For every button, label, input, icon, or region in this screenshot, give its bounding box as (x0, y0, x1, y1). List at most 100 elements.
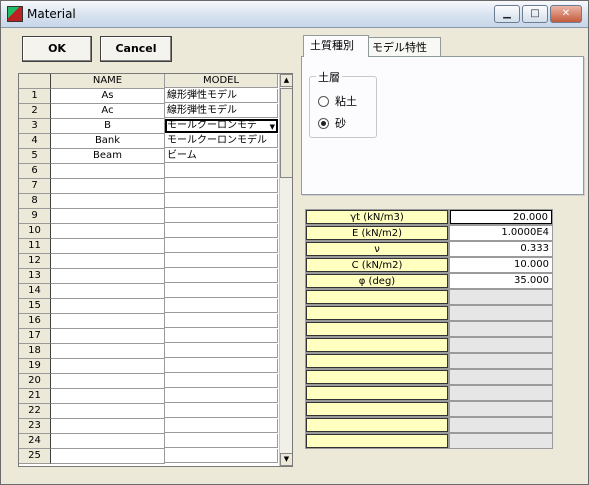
model-cell[interactable] (165, 449, 278, 463)
name-cell[interactable] (51, 284, 165, 299)
row-number-cell[interactable]: 7 (19, 179, 51, 194)
row-number-cell[interactable]: 25 (19, 449, 51, 464)
name-cell[interactable] (51, 299, 165, 314)
row-number-cell[interactable]: 17 (19, 329, 51, 344)
table-row[interactable]: 6 (19, 164, 279, 179)
name-cell[interactable] (51, 329, 165, 344)
name-cell[interactable]: Bank (51, 134, 165, 149)
tab-soil-type[interactable]: 土質種別 (303, 35, 369, 57)
row-number-cell[interactable]: 18 (19, 344, 51, 359)
scroll-down-arrow-icon[interactable]: ▼ (280, 453, 292, 466)
grid-corner-cell[interactable] (19, 74, 51, 89)
maximize-button[interactable]: □ (522, 5, 548, 23)
model-cell[interactable] (165, 224, 278, 238)
parameter-value-field[interactable] (450, 418, 552, 432)
table-row[interactable]: 15 (19, 299, 279, 314)
table-row[interactable]: 4 Bank モールクーロンモデル (19, 134, 279, 149)
scroll-up-arrow-icon[interactable]: ▲ (280, 74, 292, 87)
material-grid[interactable]: NAME MODEL 1 As 線形弾性モデル 2 Ac 線形弾性モデル 3 B モールクーロン… (18, 73, 293, 467)
table-row[interactable]: 20 (19, 374, 279, 389)
name-cell[interactable]: Beam (51, 149, 165, 164)
name-cell[interactable] (51, 164, 165, 179)
row-number-cell[interactable]: 8 (19, 194, 51, 209)
parameter-value-field[interactable] (450, 434, 552, 448)
model-cell[interactable] (165, 269, 278, 283)
row-number-cell[interactable]: 14 (19, 284, 51, 299)
parameter-value-field[interactable] (450, 354, 552, 368)
model-cell[interactable] (165, 404, 278, 418)
table-row[interactable]: 21 (19, 389, 279, 404)
radio-sand-icon[interactable] (318, 117, 329, 129)
name-cell[interactable] (51, 224, 165, 239)
model-cell[interactable] (165, 284, 278, 298)
name-cell[interactable] (51, 359, 165, 374)
row-number-cell[interactable]: 1 (19, 89, 51, 104)
name-cell[interactable] (51, 389, 165, 404)
parameter-value-field[interactable]: 1.0000E4 (450, 226, 552, 240)
model-cell[interactable] (165, 434, 278, 448)
model-cell[interactable]: モールクーロンモデル (165, 134, 278, 148)
name-cell[interactable] (51, 434, 165, 449)
name-cell[interactable] (51, 374, 165, 389)
table-row[interactable]: 10 (19, 224, 279, 239)
model-cell[interactable] (165, 359, 278, 373)
model-cell[interactable] (165, 254, 278, 268)
minimize-button[interactable]: ▁ (494, 5, 520, 23)
row-number-cell[interactable]: 10 (19, 224, 51, 239)
table-row[interactable]: 13 (19, 269, 279, 284)
row-number-cell[interactable]: 13 (19, 269, 51, 284)
close-button[interactable]: ✕ (550, 5, 582, 23)
model-cell[interactable]: 線形弾性モデル (165, 89, 278, 103)
model-cell[interactable]: ビーム (165, 149, 278, 163)
radio-clay[interactable]: 粘土 (318, 93, 357, 109)
row-number-cell[interactable]: 4 (19, 134, 51, 149)
parameter-value-field[interactable] (450, 338, 552, 352)
name-cell[interactable] (51, 269, 165, 284)
table-row[interactable]: 23 (19, 419, 279, 434)
table-row[interactable]: 8 (19, 194, 279, 209)
row-number-cell[interactable]: 9 (19, 209, 51, 224)
model-cell[interactable] (165, 164, 278, 178)
table-row[interactable]: 3 B モールクーロンモデ ▼ (19, 119, 279, 134)
name-cell[interactable] (51, 239, 165, 254)
name-cell[interactable] (51, 314, 165, 329)
table-row[interactable]: 11 (19, 239, 279, 254)
scroll-thumb[interactable] (280, 88, 292, 178)
grid-vertical-scrollbar[interactable]: ▲ ▼ (279, 74, 292, 466)
table-row[interactable]: 19 (19, 359, 279, 374)
parameter-value-field[interactable] (450, 402, 552, 416)
row-number-cell[interactable]: 2 (19, 104, 51, 119)
row-number-cell[interactable]: 16 (19, 314, 51, 329)
name-cell[interactable] (51, 404, 165, 419)
name-cell[interactable] (51, 194, 165, 209)
tab-model-properties[interactable]: モデル特性 (365, 37, 441, 57)
radio-clay-icon[interactable] (318, 95, 329, 107)
name-cell[interactable] (51, 209, 165, 224)
model-cell[interactable] (165, 344, 278, 358)
column-header-name[interactable]: NAME (51, 74, 165, 89)
model-cell[interactable] (165, 299, 278, 313)
title-bar[interactable]: Material ▁ □ ✕ (1, 1, 588, 28)
table-row[interactable]: 17 (19, 329, 279, 344)
name-cell[interactable]: Ac (51, 104, 165, 119)
name-cell[interactable] (51, 179, 165, 194)
radio-sand[interactable]: 砂 (318, 115, 346, 131)
table-row[interactable]: 5 Beam ビーム (19, 149, 279, 164)
row-number-cell[interactable]: 12 (19, 254, 51, 269)
table-row[interactable]: 24 (19, 434, 279, 449)
name-cell[interactable] (51, 344, 165, 359)
row-number-cell[interactable]: 24 (19, 434, 51, 449)
table-row[interactable]: 18 (19, 344, 279, 359)
parameter-value-field[interactable] (450, 322, 552, 336)
parameter-value-field[interactable]: 0.333 (450, 242, 552, 256)
row-number-cell[interactable]: 11 (19, 239, 51, 254)
table-row[interactable]: 25 (19, 449, 279, 464)
row-number-cell[interactable]: 21 (19, 389, 51, 404)
row-number-cell[interactable]: 15 (19, 299, 51, 314)
parameter-value-field[interactable] (450, 306, 552, 320)
row-number-cell[interactable]: 5 (19, 149, 51, 164)
model-cell[interactable] (165, 329, 278, 343)
model-cell[interactable]: 線形弾性モデル (165, 104, 278, 118)
model-cell[interactable] (165, 419, 278, 433)
table-row[interactable]: 7 (19, 179, 279, 194)
